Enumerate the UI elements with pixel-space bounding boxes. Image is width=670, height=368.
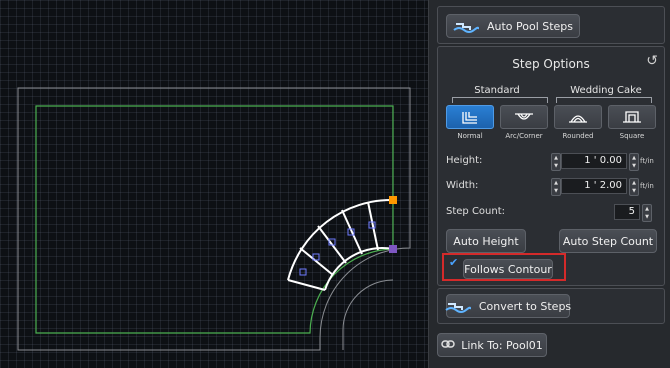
step-divider-2 <box>299 247 334 276</box>
width-input[interactable]: 1 ' 2.00 <box>561 178 627 194</box>
normal-steps-icon <box>462 112 477 124</box>
style-rounded-button[interactable] <box>554 105 602 129</box>
link-icon <box>441 339 455 352</box>
step-count-spin[interactable]: ▲ ▼ <box>642 204 652 222</box>
drawing-canvas[interactable] <box>0 0 428 368</box>
handle-purple <box>389 245 397 253</box>
reset-icon[interactable]: ↺ <box>646 53 658 69</box>
style-square-caption: Square <box>619 132 645 140</box>
step-divider-1 <box>287 279 326 291</box>
standard-bracket <box>452 97 548 103</box>
convert-box: Convert to Steps <box>437 288 665 324</box>
height-spin-right[interactable]: ▲ ▼ <box>629 153 639 171</box>
wedding-cake-bracket <box>556 97 652 103</box>
style-arc-corner-caption: Arc/Corner <box>505 132 543 140</box>
contour-arc <box>342 279 394 350</box>
width-label: Width: <box>446 180 479 191</box>
width-spin-right[interactable]: ▲ ▼ <box>629 178 639 196</box>
height-spin-left[interactable]: ▲ ▼ <box>551 153 561 171</box>
style-rounded-caption: Rounded <box>562 132 594 140</box>
standard-group-label: Standard <box>474 85 520 96</box>
arc-corner-icon <box>515 113 533 120</box>
convert-to-steps-label: Convert to Steps <box>478 299 572 313</box>
height-input[interactable]: 1 ' 0.00 <box>561 153 627 169</box>
style-square-button[interactable] <box>608 105 656 129</box>
pool-coping-outline <box>17 87 411 351</box>
step-marker <box>299 268 307 276</box>
red-highlight-frame <box>442 253 566 281</box>
style-arc-corner-button[interactable] <box>500 105 548 129</box>
wedding-cake-group-label: Wedding Cake <box>570 85 642 96</box>
convert-to-steps-button[interactable]: Convert to Steps <box>445 294 572 318</box>
properties-panel: Auto Pool Steps Step Options ↺ Standard … <box>428 0 670 368</box>
auto-pool-steps-label: Auto Pool Steps <box>486 19 574 33</box>
auto-pool-steps-box: Auto Pool Steps <box>437 6 665 44</box>
width-spin-left[interactable]: ▲ ▼ <box>551 178 561 196</box>
rounded-steps-icon <box>569 115 587 123</box>
pool-outline <box>35 105 394 334</box>
link-to-label: Link To: Pool01 <box>461 338 543 352</box>
step-count-label: Step Count: <box>446 206 506 217</box>
style-normal-caption: Normal <box>457 132 483 140</box>
pool-steps-icon <box>445 298 471 314</box>
link-to-button[interactable]: Link To: Pool01 <box>437 333 547 357</box>
auto-step-count-button[interactable]: Auto Step Count <box>559 229 657 253</box>
auto-pool-steps-button[interactable]: Auto Pool Steps <box>446 14 580 38</box>
pool-steps-icon <box>453 18 480 34</box>
step-options-box: Step Options ↺ Standard Wedding Cake Nor… <box>437 46 665 286</box>
height-unit: ft/in <box>640 157 654 165</box>
pool-drawing <box>17 87 411 351</box>
handle-orange <box>389 196 397 204</box>
step-count-input[interactable]: 5 <box>614 204 640 220</box>
height-label: Height: <box>446 155 483 166</box>
step-options-title: Step Options <box>512 57 590 71</box>
step-inner-arc <box>324 247 394 291</box>
square-steps-icon <box>623 111 641 123</box>
step-divider-4 <box>341 209 363 255</box>
width-unit: ft/in <box>640 182 654 190</box>
auto-height-button[interactable]: Auto Height <box>446 229 526 253</box>
style-normal-button[interactable] <box>446 105 494 129</box>
